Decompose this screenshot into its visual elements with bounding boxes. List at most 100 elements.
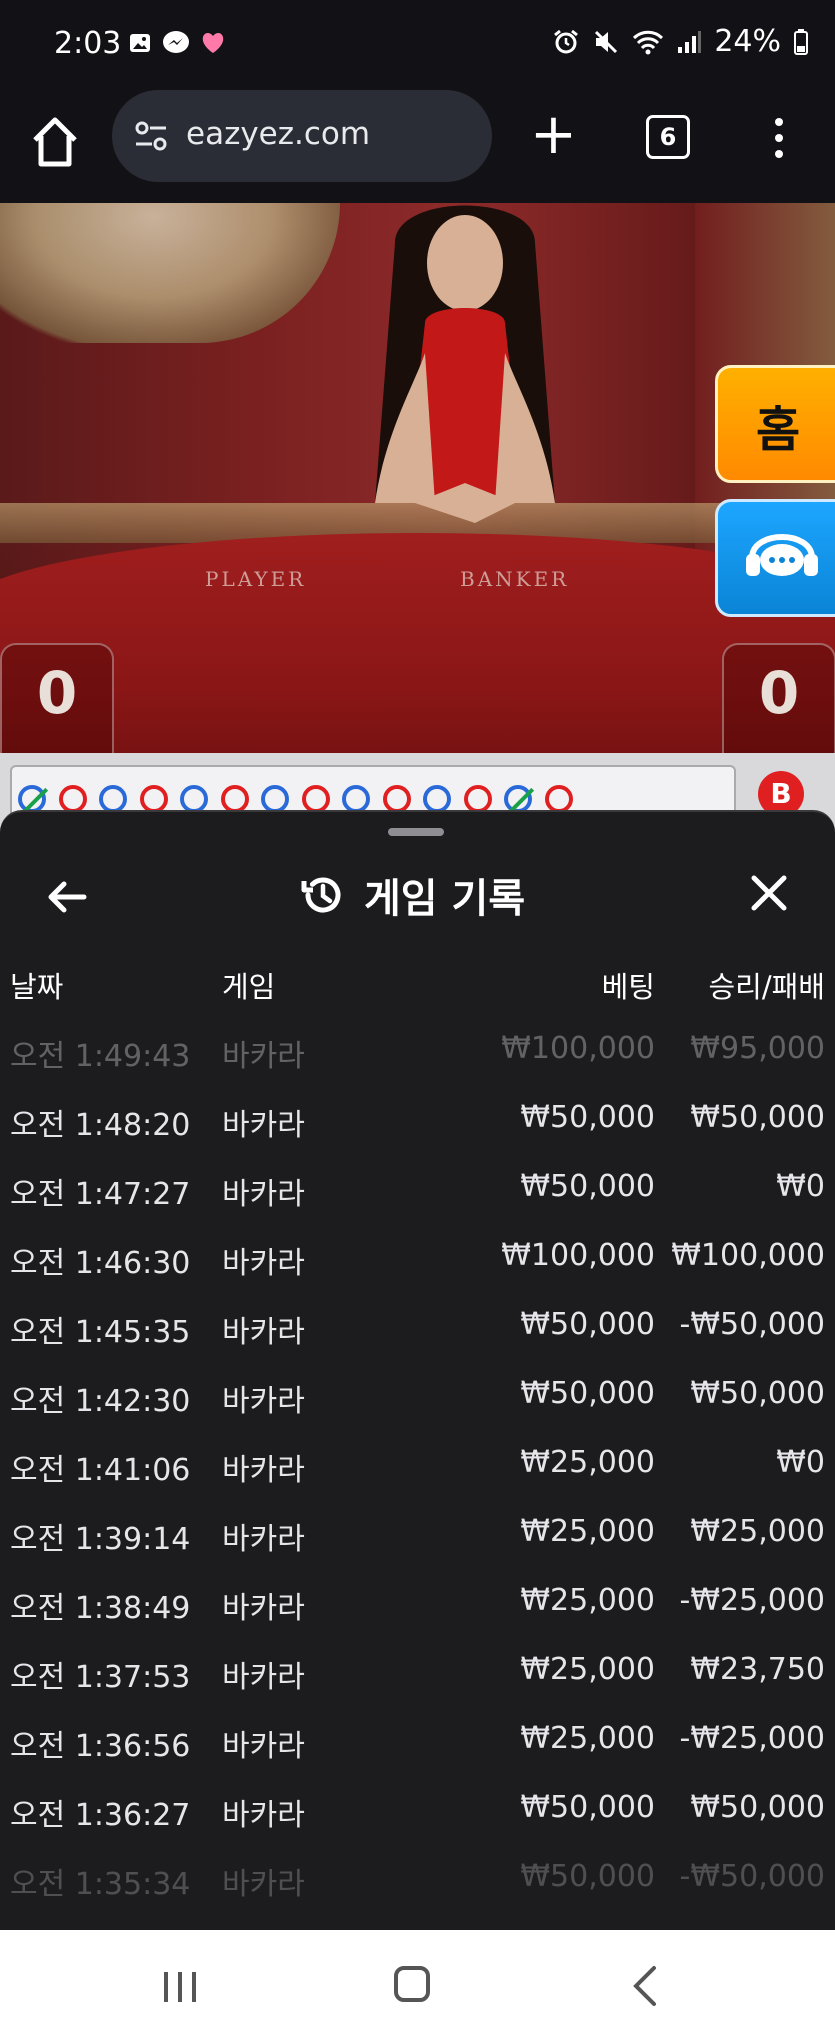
bead-red bbox=[463, 785, 492, 813]
row-bet: ₩50,000 bbox=[520, 1859, 655, 1894]
nav-back-icon[interactable] bbox=[630, 1964, 660, 2008]
url-bar[interactable]: eazyez.com bbox=[112, 90, 492, 182]
row-game: 바카라 bbox=[222, 1108, 305, 1143]
row-result: -₩50,000 bbox=[679, 1859, 825, 1894]
row-time: 오전 1:45:35 bbox=[10, 1315, 191, 1350]
system-nav-bar bbox=[0, 1930, 835, 2041]
row-time: 오전 1:37:53 bbox=[10, 1660, 191, 1695]
felt-banker-label: BANKER bbox=[460, 567, 570, 591]
row-game: 바카라 bbox=[222, 1798, 305, 1833]
player-score: 0 bbox=[36, 659, 78, 727]
row-result: ₩23,750 bbox=[690, 1652, 825, 1687]
messenger-icon bbox=[163, 31, 189, 53]
wifi-icon bbox=[633, 30, 664, 54]
row-bet: ₩50,000 bbox=[520, 1790, 655, 1825]
alarm-icon bbox=[554, 29, 579, 53]
side-support-button[interactable] bbox=[715, 499, 835, 617]
row-result: -₩25,000 bbox=[679, 1583, 825, 1618]
row-time: 오전 1:36:27 bbox=[10, 1798, 191, 1833]
bead-blue bbox=[18, 785, 49, 817]
history-row[interactable]: 오전 1:36:56 바카라 ₩25,000 -₩25,000 bbox=[0, 1707, 835, 1776]
history-row[interactable]: 오전 1:49:43 바카라 ₩100,000 ₩95,000 bbox=[0, 1017, 835, 1086]
row-game: 바카라 bbox=[222, 1453, 305, 1488]
row-game: 바카라 bbox=[222, 1660, 305, 1695]
signal-icon bbox=[678, 30, 702, 53]
battery-icon bbox=[794, 28, 808, 55]
dealer-image bbox=[375, 205, 555, 523]
history-row[interactable]: 오전 1:39:14 바카라 ₩25,000 ₩25,000 bbox=[0, 1500, 835, 1569]
row-game: 바카라 bbox=[222, 1522, 305, 1557]
bead-blue bbox=[342, 785, 370, 813]
row-time: 오전 1:41:06 bbox=[10, 1453, 191, 1488]
banker-score: 0 bbox=[758, 659, 800, 727]
row-time: 오전 1:35:34 bbox=[10, 1867, 191, 1902]
row-bet: ₩50,000 bbox=[520, 1100, 655, 1135]
history-row[interactable]: 오전 1:42:30 바카라 ₩50,000 ₩50,000 bbox=[0, 1362, 835, 1431]
row-game: 바카라 bbox=[222, 1315, 305, 1350]
history-row[interactable]: 오전 1:41:06 바카라 ₩25,000 ₩0 bbox=[0, 1431, 835, 1500]
sheet-drag-handle[interactable] bbox=[388, 828, 444, 836]
battery-text: 24% bbox=[714, 24, 781, 59]
back-arrow-icon[interactable] bbox=[42, 872, 92, 922]
history-icon bbox=[301, 877, 341, 913]
home-icon[interactable] bbox=[30, 112, 80, 172]
side-home-button[interactable]: 홈 bbox=[715, 365, 835, 483]
history-row[interactable]: 오전 1:45:35 바카라 ₩50,000 -₩50,000 bbox=[0, 1293, 835, 1362]
row-result: -₩50,000 bbox=[679, 1307, 825, 1342]
bead-red bbox=[220, 785, 249, 813]
bead-blue bbox=[504, 785, 535, 817]
row-bet: ₩50,000 bbox=[520, 1169, 655, 1204]
row-game: 바카라 bbox=[222, 1384, 305, 1419]
close-icon[interactable] bbox=[744, 868, 794, 918]
history-row[interactable]: 오전 1:46:30 바카라 ₩100,000 ₩100,000 bbox=[0, 1224, 835, 1293]
history-row[interactable]: 오전 1:48:20 바카라 ₩50,000 ₩50,000 bbox=[0, 1086, 835, 1155]
row-result: ₩0 bbox=[776, 1445, 825, 1480]
bead-red bbox=[58, 785, 87, 813]
history-row[interactable]: 오전 1:37:53 바카라 ₩25,000 ₩23,750 bbox=[0, 1638, 835, 1707]
history-row[interactable]: 오전 1:38:49 바카라 ₩25,000 -₩25,000 bbox=[0, 1569, 835, 1638]
nav-home-icon[interactable] bbox=[394, 1966, 430, 2002]
column-header-game: 게임 bbox=[222, 970, 276, 1004]
row-game: 바카라 bbox=[222, 1177, 305, 1212]
url-text[interactable]: eazyez.com bbox=[186, 116, 370, 152]
felt-player-label: PLAYER bbox=[205, 567, 307, 591]
more-menu-icon[interactable] bbox=[764, 114, 794, 166]
bead-red bbox=[139, 785, 168, 813]
row-result: ₩100,000 bbox=[671, 1238, 825, 1273]
banker-score-box: 0 bbox=[722, 643, 835, 753]
row-result: ₩50,000 bbox=[690, 1790, 825, 1825]
row-game: 바카라 bbox=[222, 1246, 305, 1281]
bead-blue bbox=[423, 785, 451, 813]
column-header-win-loss: 승리/패배 bbox=[708, 970, 826, 1004]
row-result: ₩0 bbox=[776, 1169, 825, 1204]
row-time: 오전 1:36:56 bbox=[10, 1729, 191, 1764]
live-dealer-video: PLAYER BANKER 0 0 홈 bbox=[0, 203, 835, 753]
row-bet: ₩25,000 bbox=[520, 1652, 655, 1687]
row-result: ₩95,000 bbox=[690, 1031, 825, 1066]
recent-apps-icon[interactable] bbox=[160, 1970, 200, 2004]
new-tab-button[interactable]: + bbox=[530, 107, 577, 163]
row-time: 오전 1:39:14 bbox=[10, 1522, 191, 1557]
row-result: -₩25,000 bbox=[679, 1721, 825, 1756]
row-bet: ₩50,000 bbox=[520, 1307, 655, 1342]
browser-toolbar: eazyez.com + 6 bbox=[0, 90, 835, 203]
column-header-date: 날짜 bbox=[10, 970, 64, 1004]
site-settings-icon[interactable] bbox=[132, 116, 172, 156]
row-time: 오전 1:47:27 bbox=[10, 1177, 191, 1212]
row-result: ₩25,000 bbox=[690, 1514, 825, 1549]
gallery-icon bbox=[130, 34, 150, 52]
row-bet: ₩100,000 bbox=[501, 1031, 655, 1066]
tab-switcher-button[interactable]: 6 bbox=[646, 115, 690, 159]
bead-blue bbox=[180, 785, 208, 813]
row-bet: ₩25,000 bbox=[520, 1514, 655, 1549]
heart-icon bbox=[202, 33, 224, 53]
row-bet: ₩25,000 bbox=[520, 1721, 655, 1756]
row-bet: ₩25,000 bbox=[520, 1583, 655, 1618]
history-row[interactable]: 오전 1:47:27 바카라 ₩50,000 ₩0 bbox=[0, 1155, 835, 1224]
customer-support-icon bbox=[746, 534, 818, 576]
history-row[interactable]: 오전 1:36:27 바카라 ₩50,000 ₩50,000 bbox=[0, 1776, 835, 1845]
status-time: 2:03 bbox=[54, 26, 122, 61]
side-home-label: 홈 bbox=[756, 402, 801, 458]
history-row[interactable]: 오전 1:35:34 바카라 ₩50,000 -₩50,000 bbox=[0, 1845, 835, 1914]
row-game: 바카라 bbox=[222, 1591, 305, 1626]
